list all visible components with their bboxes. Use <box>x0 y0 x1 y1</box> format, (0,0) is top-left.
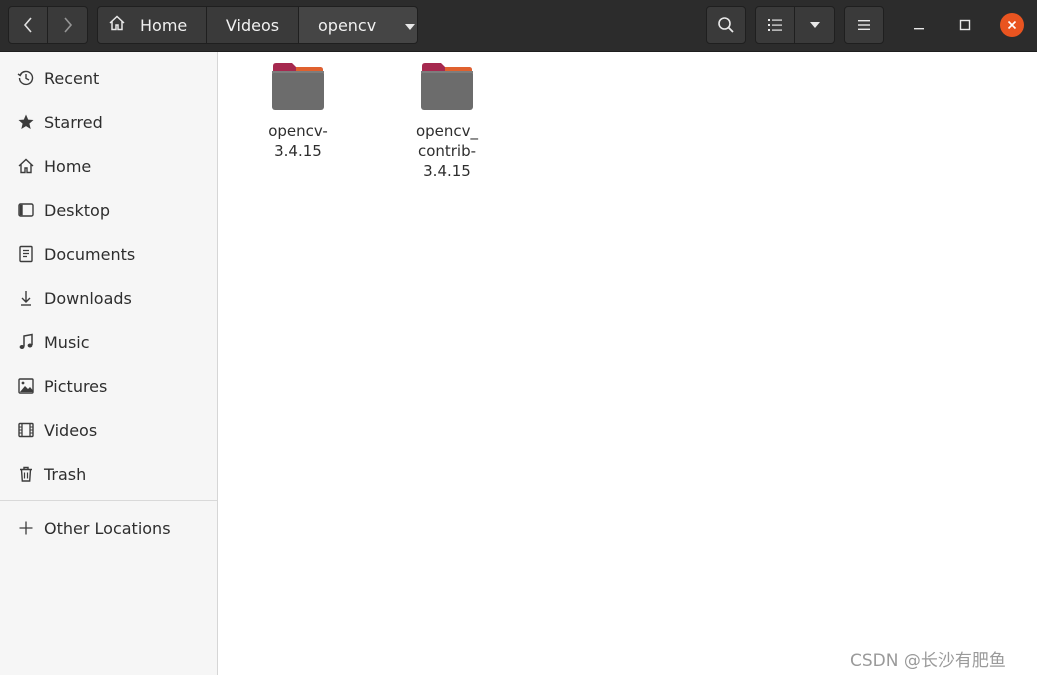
back-button[interactable] <box>8 6 48 44</box>
path-videos-label: Videos <box>225 15 280 35</box>
trash-icon <box>16 464 36 484</box>
sidebar-item-label: Pictures <box>44 376 108 396</box>
path-opencv-label: opencv <box>318 15 377 35</box>
sidebar-item-videos[interactable]: Videos <box>0 410 217 450</box>
folder-icon <box>419 61 475 117</box>
view-options-button[interactable] <box>795 6 835 44</box>
path-home-button[interactable]: Home <box>97 6 207 44</box>
header-bar: Home Videos opencv <box>0 0 1037 52</box>
sidebar-item-other-locations[interactable]: Other Locations <box>0 508 217 548</box>
maximize-icon <box>959 16 971 35</box>
folder-name: opencv_ contrib- 3.4.15 <box>415 122 479 180</box>
triangle-down-icon <box>809 21 821 29</box>
download-icon <box>16 288 36 308</box>
watermark: CSDN @长沙有肥鱼 <box>850 651 1006 671</box>
sidebar-item-label: Recent <box>44 68 100 88</box>
music-icon <box>16 332 36 352</box>
sidebar-item-label: Other Locations <box>44 518 171 538</box>
sidebar-item-recent[interactable]: Recent <box>0 58 217 98</box>
minimize-button[interactable] <box>904 10 934 40</box>
clock-icon <box>16 68 36 88</box>
home-icon <box>16 156 36 176</box>
sidebar-item-documents[interactable]: Documents <box>0 234 217 274</box>
chevron-left-icon <box>22 16 34 34</box>
sidebar-item-label: Desktop <box>44 200 110 220</box>
plus-icon <box>16 518 36 538</box>
file-view[interactable]: opencv- 3.4.15 opencv_ contrib- 3.4.15 <box>219 53 1037 675</box>
picture-icon <box>16 376 36 396</box>
desktop-icon <box>16 200 36 220</box>
triangle-down-icon <box>404 16 416 35</box>
chevron-right-icon <box>62 16 74 34</box>
sidebar-divider <box>0 500 217 501</box>
video-icon <box>16 420 36 440</box>
sidebar-item-starred[interactable]: Starred <box>0 102 217 142</box>
sidebar-item-label: Videos <box>44 420 98 440</box>
hamburger-menu-icon <box>857 19 871 31</box>
close-icon <box>1000 13 1024 37</box>
sidebar-item-music[interactable]: Music <box>0 322 217 362</box>
path-videos-button[interactable]: Videos <box>207 6 299 44</box>
view-list-button[interactable] <box>755 6 795 44</box>
folder-name: opencv- 3.4.15 <box>268 122 328 160</box>
path-bar: Home Videos opencv <box>97 6 418 44</box>
folder-icon <box>270 61 326 117</box>
main-menu-button[interactable] <box>844 6 884 44</box>
home-icon <box>108 14 126 36</box>
list-view-icon <box>767 18 783 32</box>
folder-item-opencv[interactable]: opencv- 3.4.15 <box>243 61 353 161</box>
path-home-label: Home <box>140 15 188 35</box>
maximize-button[interactable] <box>950 10 980 40</box>
sidebar-item-label: Documents <box>44 244 136 264</box>
path-opencv-button[interactable]: opencv <box>299 6 418 44</box>
search-icon <box>717 16 735 34</box>
sidebar-item-home[interactable]: Home <box>0 146 217 186</box>
sidebar-item-label: Starred <box>44 112 103 132</box>
sidebar: Recent Starred Home Desktop Documents Do… <box>0 52 218 675</box>
sidebar-item-desktop[interactable]: Desktop <box>0 190 217 230</box>
forward-button[interactable] <box>48 6 88 44</box>
sidebar-item-label: Downloads <box>44 288 132 308</box>
sidebar-item-label: Music <box>44 332 90 352</box>
sidebar-item-downloads[interactable]: Downloads <box>0 278 217 318</box>
sidebar-item-label: Trash <box>44 464 87 484</box>
close-button[interactable] <box>997 10 1027 40</box>
sidebar-item-pictures[interactable]: Pictures <box>0 366 217 406</box>
document-icon <box>16 244 36 264</box>
sidebar-item-trash[interactable]: Trash <box>0 454 217 494</box>
star-icon <box>16 112 36 132</box>
folder-item-opencv-contrib[interactable]: opencv_ contrib- 3.4.15 <box>392 61 502 181</box>
search-button[interactable] <box>706 6 746 44</box>
minimize-icon <box>913 16 925 35</box>
sidebar-item-label: Home <box>44 156 92 176</box>
